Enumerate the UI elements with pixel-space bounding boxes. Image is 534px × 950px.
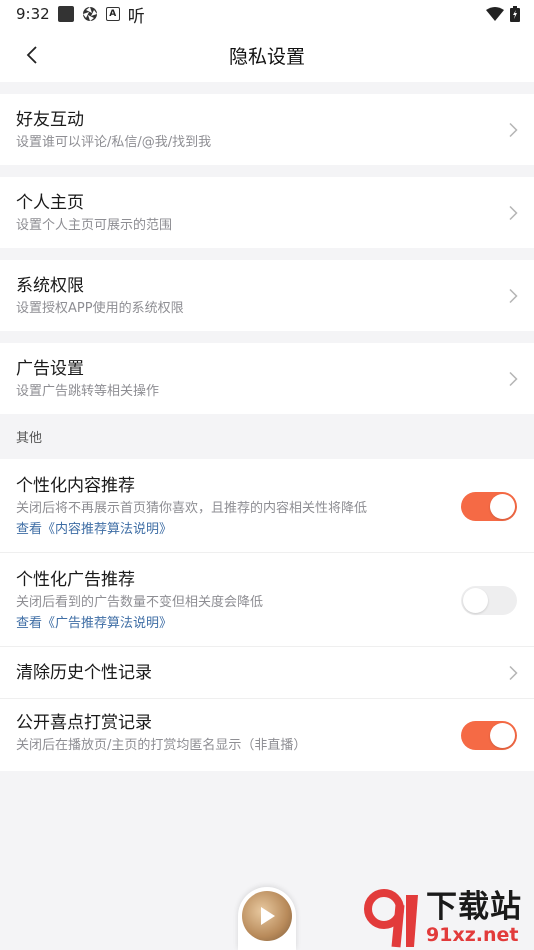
public-reward-row: 公开喜点打赏记录 关闭后在播放页/主页的打赏均匿名显示（非直播） xyxy=(0,699,534,771)
personalized-ad-toggle[interactable] xyxy=(461,586,517,615)
aperture-icon xyxy=(82,6,98,22)
row-title: 广告设置 xyxy=(16,358,84,379)
ad-settings-row[interactable]: 广告设置 设置广告跳转等相关操作 xyxy=(0,343,534,414)
back-button[interactable] xyxy=(12,28,52,82)
chevron-right-icon xyxy=(509,288,518,303)
battery-icon xyxy=(510,6,520,22)
toggle-knob xyxy=(490,494,515,519)
notification-square-icon xyxy=(57,6,74,22)
friend-interaction-row[interactable]: 好友互动 设置谁可以评论/私信/@我/找到我 xyxy=(0,94,534,165)
row-title: 个性化内容推荐 xyxy=(16,476,135,496)
row-subtitle: 设置广告跳转等相关操作 xyxy=(16,383,160,399)
chevron-left-icon xyxy=(26,46,37,64)
chevron-right-icon xyxy=(509,122,518,137)
public-reward-toggle[interactable] xyxy=(461,721,517,750)
section-header-other: 其他 xyxy=(0,414,534,459)
content-algorithm-link[interactable]: 查看《内容推荐算法说明》 xyxy=(16,521,518,538)
watermark: 下载站 91xz.net xyxy=(362,885,534,950)
watermark-brand: 下载站 xyxy=(426,888,522,925)
app-a-icon: A xyxy=(105,7,120,21)
clear-history-row[interactable]: 清除历史个性记录 xyxy=(0,647,534,699)
system-permissions-row[interactable]: 系统权限 设置授权APP使用的系统权限 xyxy=(0,260,534,331)
row-title: 好友互动 xyxy=(16,109,84,130)
status-bar: 9:32 A 听 xyxy=(0,0,534,28)
album-cover xyxy=(242,891,292,941)
floating-player[interactable] xyxy=(238,887,296,950)
personalized-content-row: 个性化内容推荐 关闭后将不再展示首页猜你喜欢，且推荐的内容相关性将降低 查看《内… xyxy=(0,459,534,553)
personal-homepage-row[interactable]: 个人主页 设置个人主页可展示的范围 xyxy=(0,177,534,248)
wifi-icon xyxy=(486,7,504,21)
toggle-knob xyxy=(490,723,515,748)
row-title: 个人主页 xyxy=(16,192,84,213)
chevron-right-icon xyxy=(509,371,518,386)
play-icon xyxy=(261,907,275,925)
row-title: 个性化广告推荐 xyxy=(16,570,135,590)
personalized-content-toggle[interactable] xyxy=(461,492,517,521)
toggle-knob xyxy=(463,588,488,613)
page-title: 隐私设置 xyxy=(228,45,305,68)
listen-icon: 听 xyxy=(127,6,145,27)
row-title: 系统权限 xyxy=(16,275,84,296)
chevron-right-icon xyxy=(509,205,518,220)
row-subtitle: 关闭后看到的广告数量不变但相关度会降低 xyxy=(16,595,264,610)
status-time: 9:32 xyxy=(16,5,50,23)
row-subtitle: 设置个人主页可展示的范围 xyxy=(16,217,173,233)
personalized-ad-row: 个性化广告推荐 关闭后看到的广告数量不变但相关度会降低 查看《广告推荐算法说明》 xyxy=(0,553,534,647)
chevron-right-icon xyxy=(509,665,518,680)
row-title: 公开喜点打赏记录 xyxy=(16,713,152,733)
row-subtitle: 设置授权APP使用的系统权限 xyxy=(16,300,184,316)
row-subtitle: 关闭后将不再展示首页猜你喜欢，且推荐的内容相关性将降低 xyxy=(16,501,368,516)
watermark-logo-icon xyxy=(364,888,418,947)
row-subtitle: 关闭后在播放页/主页的打赏均匿名显示（非直播） xyxy=(16,738,307,753)
watermark-domain: 91xz.net xyxy=(426,923,519,946)
row-subtitle: 设置谁可以评论/私信/@我/找到我 xyxy=(16,134,212,150)
row-title: 清除历史个性记录 xyxy=(16,662,152,683)
nav-bar: 隐私设置 xyxy=(0,28,534,82)
ad-algorithm-link[interactable]: 查看《广告推荐算法说明》 xyxy=(16,615,518,632)
